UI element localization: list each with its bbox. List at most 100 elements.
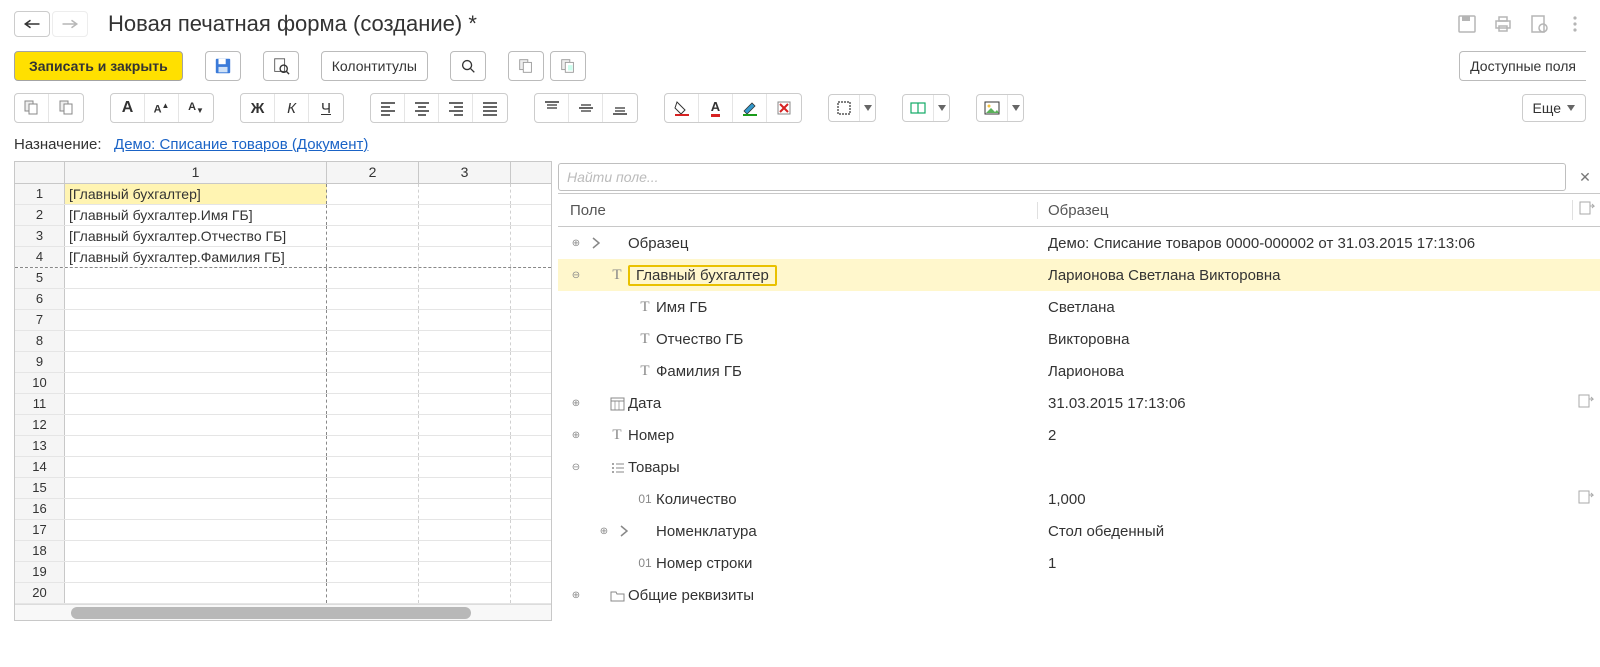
cell[interactable] — [327, 394, 419, 414]
row-header[interactable]: 18 — [15, 541, 65, 561]
font-color-icon[interactable]: А — [699, 94, 733, 122]
row-header[interactable]: 12 — [15, 415, 65, 435]
cell[interactable] — [65, 499, 327, 519]
cell[interactable] — [419, 373, 511, 393]
more-button[interactable]: Еще — [1522, 94, 1587, 122]
cell[interactable]: [Главный бухгалтер.Отчество ГБ] — [65, 226, 327, 246]
font-size-normal-icon[interactable]: А — [111, 94, 145, 122]
expand-icon[interactable]: ⊕ — [566, 238, 586, 249]
field-action-icon[interactable] — [1572, 489, 1600, 509]
cell[interactable] — [419, 247, 511, 267]
field-row[interactable]: ⊖TГлавный бухгалтерЛарионова Светлана Ви… — [558, 259, 1600, 291]
cell[interactable] — [65, 352, 327, 372]
cell[interactable] — [419, 436, 511, 456]
sheet-row[interactable]: 16 — [15, 499, 551, 520]
row-header[interactable]: 20 — [15, 583, 65, 603]
cell[interactable] — [419, 562, 511, 582]
cell[interactable] — [327, 541, 419, 561]
row-header[interactable]: 6 — [15, 289, 65, 309]
row-header[interactable]: 2 — [15, 205, 65, 225]
field-row[interactable]: ⊕TНомер2 — [558, 419, 1600, 451]
border-button[interactable] — [828, 94, 876, 122]
search-field-input[interactable] — [558, 163, 1566, 191]
cell[interactable] — [419, 415, 511, 435]
cell[interactable] — [65, 310, 327, 330]
sheet-row[interactable]: 13 — [15, 436, 551, 457]
sheet-row[interactable]: 1[Главный бухгалтер] — [15, 184, 551, 205]
cell[interactable] — [327, 457, 419, 477]
row-header[interactable]: 5 — [15, 268, 65, 288]
cell[interactable] — [65, 457, 327, 477]
merge-cells-button[interactable] — [902, 94, 950, 122]
col-header-2[interactable]: 2 — [327, 162, 419, 183]
sheet-row[interactable]: 8 — [15, 331, 551, 352]
cell[interactable] — [65, 394, 327, 414]
cell[interactable] — [419, 478, 511, 498]
sheet-row[interactable]: 15 — [15, 478, 551, 499]
row-header[interactable]: 3 — [15, 226, 65, 246]
cell[interactable]: [Главный бухгалтер.Имя ГБ] — [65, 205, 327, 225]
cell[interactable] — [419, 331, 511, 351]
cell[interactable] — [327, 247, 419, 267]
paste-format-icon[interactable] — [49, 94, 83, 122]
cell[interactable] — [327, 352, 419, 372]
field-row[interactable]: 01Количество1,000 — [558, 483, 1600, 515]
insert-image-button[interactable] — [976, 94, 1024, 122]
cell[interactable] — [327, 562, 419, 582]
forward-button[interactable] — [52, 11, 88, 37]
cell[interactable] — [65, 289, 327, 309]
row-header[interactable]: 13 — [15, 436, 65, 456]
cell[interactable] — [327, 373, 419, 393]
close-panel-icon[interactable]: ✕ — [1572, 164, 1598, 190]
collapse-icon[interactable]: ⊖ — [566, 270, 586, 281]
cell[interactable] — [327, 436, 419, 456]
cell[interactable] — [327, 310, 419, 330]
save-and-close-button[interactable]: Записать и закрыть — [14, 51, 183, 81]
cell[interactable] — [419, 520, 511, 540]
cell[interactable]: [Главный бухгалтер] — [65, 184, 327, 204]
row-header[interactable]: 14 — [15, 457, 65, 477]
cell[interactable] — [65, 331, 327, 351]
row-header[interactable]: 10 — [15, 373, 65, 393]
sheet-row[interactable]: 10 — [15, 373, 551, 394]
cell[interactable] — [65, 562, 327, 582]
sheet-row[interactable]: 12 — [15, 415, 551, 436]
assignment-link[interactable]: Демо: Списание товаров (Документ) — [114, 136, 368, 153]
field-row[interactable]: ⊕Общие реквизиты — [558, 579, 1600, 611]
sheet-row[interactable]: 6 — [15, 289, 551, 310]
cell[interactable] — [65, 583, 327, 603]
cell[interactable] — [327, 478, 419, 498]
expand-icon[interactable]: ⊕ — [594, 526, 614, 537]
align-justify-icon[interactable] — [473, 94, 507, 122]
sheet-row[interactable]: 14 — [15, 457, 551, 478]
field-row[interactable]: ⊖Товары — [558, 451, 1600, 483]
sheet-row[interactable]: 20 — [15, 583, 551, 604]
field-row[interactable]: ⊕НоменклатураСтол обеденный — [558, 515, 1600, 547]
fill-color-icon[interactable] — [665, 94, 699, 122]
row-header[interactable]: 11 — [15, 394, 65, 414]
field-action-icon[interactable] — [1572, 393, 1600, 413]
cell[interactable] — [327, 499, 419, 519]
cell[interactable] — [65, 268, 327, 288]
sheet-row[interactable]: 7 — [15, 310, 551, 331]
expand-icon[interactable]: ⊕ — [566, 398, 586, 409]
col-header-1[interactable]: 1 — [65, 162, 327, 183]
preview-icon[interactable] — [1528, 13, 1550, 35]
find-button[interactable] — [450, 51, 486, 81]
italic-icon[interactable]: К — [275, 94, 309, 122]
cell[interactable] — [327, 205, 419, 225]
cell[interactable] — [419, 457, 511, 477]
underline-icon[interactable]: Ч — [309, 94, 343, 122]
field-row[interactable]: TФамилия ГБЛарионова — [558, 355, 1600, 387]
page-preview-button[interactable] — [263, 51, 299, 81]
row-header[interactable]: 7 — [15, 310, 65, 330]
print-icon[interactable] — [1492, 13, 1514, 35]
cell[interactable] — [65, 415, 327, 435]
row-header[interactable]: 9 — [15, 352, 65, 372]
cell[interactable] — [327, 289, 419, 309]
cell[interactable] — [419, 289, 511, 309]
paste-button[interactable] — [550, 51, 586, 81]
copy-format-icon[interactable] — [15, 94, 49, 122]
field-row[interactable]: ⊕Дата31.03.2015 17:13:06 — [558, 387, 1600, 419]
cell[interactable] — [419, 226, 511, 246]
